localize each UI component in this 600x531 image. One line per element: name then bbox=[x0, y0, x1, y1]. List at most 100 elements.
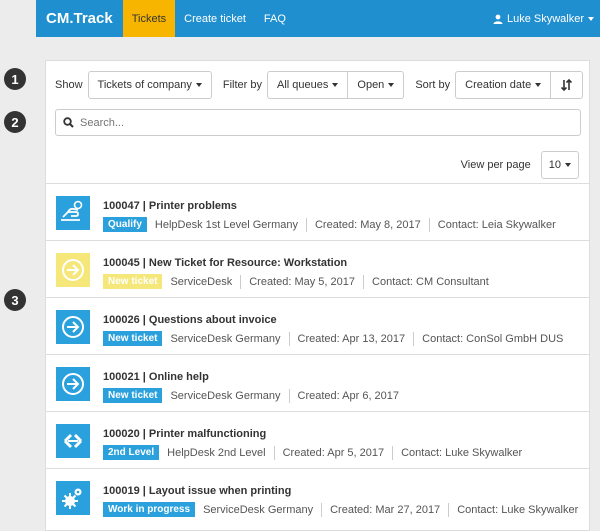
ticket-queue: HelpDesk 1st Level Germany bbox=[154, 218, 298, 231]
ticket-queue: ServiceDesk Germany bbox=[170, 389, 281, 402]
filter-bar: Show Tickets of company Filter by All qu… bbox=[55, 71, 584, 99]
tickets-panel: Show Tickets of company Filter by All qu… bbox=[45, 60, 590, 531]
sort-value: Creation date bbox=[465, 79, 532, 91]
show-dropdown[interactable]: Tickets of company bbox=[87, 71, 212, 99]
divider bbox=[363, 274, 365, 289]
show-label: Show bbox=[55, 79, 83, 91]
sort-dropdown[interactable]: Creation date bbox=[455, 71, 552, 99]
ticket-title[interactable]: 100026 | Questions about invoice bbox=[103, 314, 277, 326]
divider bbox=[273, 445, 275, 460]
ticket-title[interactable]: 100020 | Printer malfunctioning bbox=[103, 428, 266, 440]
ticket-created: Created: Apr 5, 2017 bbox=[282, 446, 385, 459]
hand-icon bbox=[56, 196, 90, 230]
ticket-contact: Contact: Luke Skywalker bbox=[401, 446, 523, 459]
ticket-created: Created: Apr 13, 2017 bbox=[297, 332, 406, 345]
ticket-row[interactable]: 100047 | Printer problems Qualify HelpDe… bbox=[46, 183, 589, 240]
status-badge: New ticket bbox=[103, 331, 163, 346]
ticket-meta: 2nd Level HelpDesk 2nd Level Created: Ap… bbox=[103, 445, 522, 460]
divider bbox=[288, 388, 290, 403]
status-badge: New ticket bbox=[103, 274, 163, 289]
search-icon bbox=[63, 117, 74, 128]
status-badge: 2nd Level bbox=[103, 445, 160, 460]
ticket-meta: New ticket ServiceDesk Germany Created: … bbox=[103, 388, 399, 403]
divider bbox=[428, 217, 430, 232]
ticket-row[interactable]: 100021 | Online help New ticket ServiceD… bbox=[46, 354, 589, 411]
sort-direction-button[interactable] bbox=[551, 71, 584, 99]
search-input[interactable] bbox=[80, 116, 580, 129]
ticket-meta: New ticket ServiceDesk Created: May 5, 2… bbox=[103, 274, 489, 289]
ticket-title[interactable]: 100045 | New Ticket for Resource: Workst… bbox=[103, 257, 347, 269]
arrow-circle-icon bbox=[56, 253, 90, 287]
ticket-row[interactable]: 100045 | New Ticket for Resource: Workst… bbox=[46, 240, 589, 297]
brand-logo[interactable]: CM.Track bbox=[36, 0, 123, 37]
filter-group: All queues Open bbox=[267, 71, 405, 99]
ticket-meta: Qualify HelpDesk 1st Level Germany Creat… bbox=[103, 217, 556, 232]
ticket-meta: Work in progress ServiceDesk Germany Cre… bbox=[103, 502, 578, 517]
status-dropdown[interactable]: Open bbox=[348, 71, 405, 99]
ticket-created: Created: May 5, 2017 bbox=[249, 275, 356, 288]
divider bbox=[392, 445, 394, 460]
arrow-circle-icon bbox=[56, 367, 90, 401]
ticket-row[interactable]: 100026 | Questions about invoice New tic… bbox=[46, 297, 589, 354]
divider bbox=[305, 217, 307, 232]
status-badge: Work in progress bbox=[103, 502, 196, 517]
top-navbar: CM.Track Tickets Create ticket FAQ Luke … bbox=[36, 0, 600, 37]
ticket-title[interactable]: 100021 | Online help bbox=[103, 371, 209, 383]
nav-tickets[interactable]: Tickets bbox=[122, 0, 176, 37]
ticket-meta: New ticket ServiceDesk Germany Created: … bbox=[103, 331, 563, 346]
queue-value: All queues bbox=[277, 79, 329, 91]
ticket-row[interactable]: 100019 | Layout issue when printing Work… bbox=[46, 468, 589, 525]
filter-label: Filter by bbox=[222, 79, 263, 91]
search-box[interactable] bbox=[55, 109, 581, 136]
nav-faq[interactable]: FAQ bbox=[255, 0, 295, 37]
per-page-value: 10 bbox=[548, 159, 561, 171]
chevron-down-icon bbox=[588, 16, 594, 21]
ticket-created: Created: May 8, 2017 bbox=[314, 218, 421, 231]
ticket-created: Created: Mar 27, 2017 bbox=[330, 503, 441, 516]
ticket-title[interactable]: 100047 | Printer problems bbox=[103, 200, 237, 212]
chevron-down-icon bbox=[195, 83, 202, 87]
sort-label: Sort by bbox=[415, 79, 451, 91]
ticket-queue: ServiceDesk bbox=[170, 275, 233, 288]
chevron-down-icon bbox=[388, 83, 395, 87]
per-page-control: View per page 10 bbox=[461, 151, 579, 179]
show-value: Tickets of company bbox=[97, 79, 192, 91]
ticket-contact: Contact: ConSol GmbH DUS bbox=[422, 332, 564, 345]
divider bbox=[288, 331, 290, 346]
ticket-queue: ServiceDesk Germany bbox=[170, 332, 281, 345]
status-value: Open bbox=[357, 79, 385, 91]
arrow-circle-icon bbox=[56, 310, 90, 344]
queue-dropdown[interactable]: All queues bbox=[267, 71, 349, 99]
ticket-row[interactable]: 100020 | Printer malfunctioning 2nd Leve… bbox=[46, 411, 589, 468]
ticket-list: 100047 | Printer problems Qualify HelpDe… bbox=[46, 183, 589, 525]
gears-icon bbox=[56, 481, 90, 515]
user-name: Luke Skywalker bbox=[506, 12, 584, 25]
status-badge: Qualify bbox=[103, 217, 147, 232]
step-marker-1: 1 bbox=[4, 68, 26, 90]
divider bbox=[321, 502, 323, 517]
per-page-dropdown[interactable]: 10 bbox=[540, 151, 579, 179]
ticket-title[interactable]: 100019 | Layout issue when printing bbox=[103, 485, 291, 497]
sort-group: Creation date bbox=[455, 71, 584, 99]
ticket-queue: ServiceDesk Germany bbox=[203, 503, 314, 516]
divider bbox=[240, 274, 242, 289]
ticket-contact: Contact: CM Consultant bbox=[372, 275, 489, 288]
sort-arrows-icon bbox=[561, 79, 573, 91]
step-marker-3: 3 bbox=[4, 289, 26, 311]
per-page-label: View per page bbox=[460, 159, 531, 171]
ticket-contact: Contact: Luke Skywalker bbox=[457, 503, 579, 516]
chevron-down-icon bbox=[332, 83, 339, 87]
divider bbox=[448, 502, 450, 517]
status-badge: New ticket bbox=[103, 388, 163, 403]
ticket-created: Created: Apr 6, 2017 bbox=[297, 389, 400, 402]
ticket-queue: HelpDesk 2nd Level bbox=[167, 446, 266, 459]
diamond-arrows-icon bbox=[56, 424, 90, 458]
user-menu[interactable]: Luke Skywalker bbox=[493, 0, 600, 37]
divider bbox=[413, 331, 415, 346]
ticket-contact: Contact: Leia Skywalker bbox=[437, 218, 556, 231]
step-marker-2: 2 bbox=[4, 111, 26, 133]
user-icon bbox=[493, 14, 503, 24]
chevron-down-icon bbox=[535, 83, 542, 87]
nav-create-ticket[interactable]: Create ticket bbox=[175, 0, 255, 37]
chevron-down-icon bbox=[565, 163, 571, 167]
